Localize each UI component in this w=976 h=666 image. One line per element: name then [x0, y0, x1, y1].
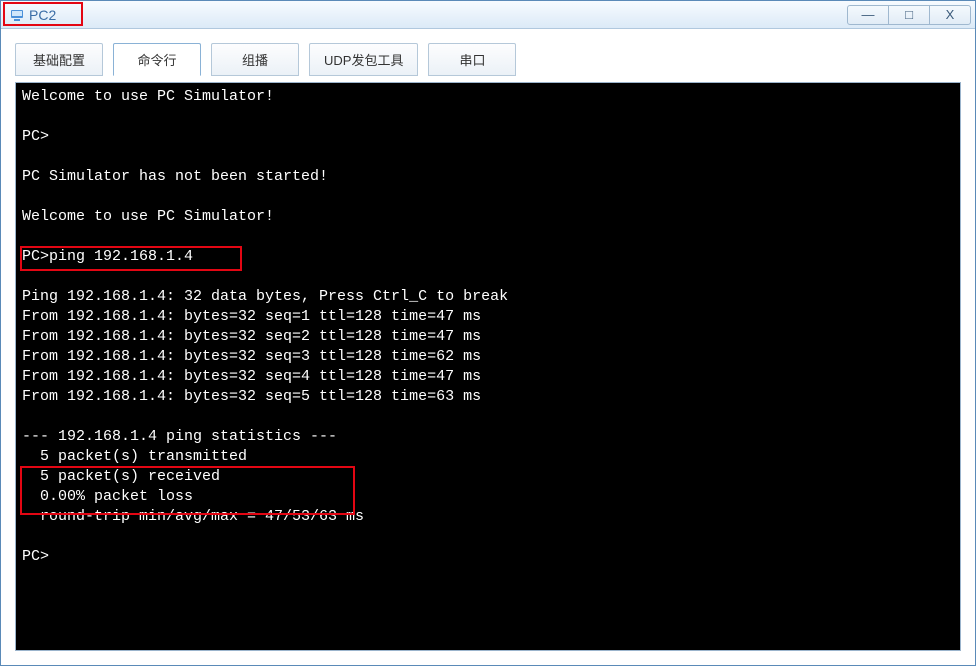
tab-serial[interactable]: 串口 [428, 43, 516, 76]
titlebar: PC2 — □ X [1, 1, 975, 29]
tab-basic-config[interactable]: 基础配置 [15, 43, 103, 76]
app-window: PC2 — □ X 基础配置 命令行 组播 UDP发包工具 串口 Welcome… [0, 0, 976, 666]
title-left: PC2 [5, 7, 56, 23]
tab-multicast[interactable]: 组播 [211, 43, 299, 76]
app-icon [9, 7, 25, 23]
tabs-row: 基础配置 命令行 组播 UDP发包工具 串口 [1, 29, 975, 76]
terminal-container: Welcome to use PC Simulator! PC> PC Simu… [15, 82, 961, 651]
terminal-output[interactable]: Welcome to use PC Simulator! PC> PC Simu… [16, 83, 960, 571]
minimize-button[interactable]: — [847, 5, 889, 25]
tab-cli[interactable]: 命令行 [113, 43, 201, 76]
close-button[interactable]: X [929, 5, 971, 25]
maximize-button[interactable]: □ [888, 5, 930, 25]
window-controls: — □ X [848, 5, 971, 25]
tab-udp-tool[interactable]: UDP发包工具 [309, 43, 418, 76]
window-title: PC2 [29, 7, 56, 23]
